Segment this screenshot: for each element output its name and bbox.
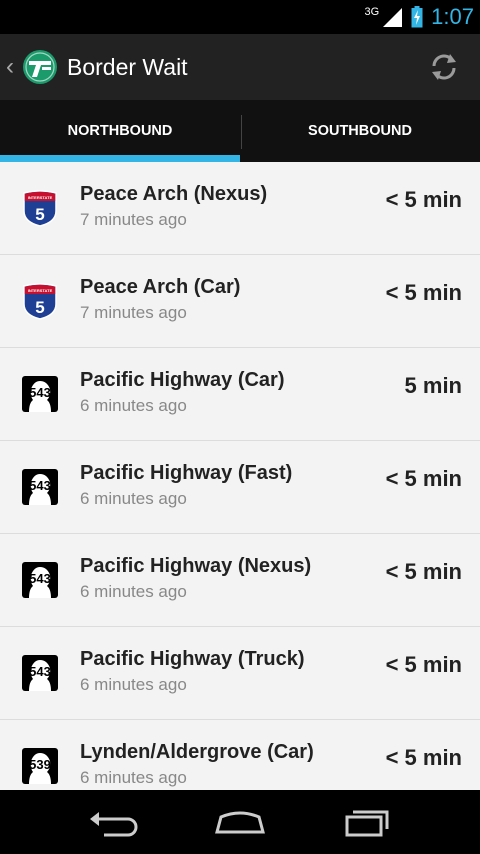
wait-time: < 5 min <box>385 652 462 677</box>
wait-time: < 5 min <box>385 187 462 212</box>
crossing-text: Pacific Highway (Car) 6 minutes ago <box>80 369 405 416</box>
route-number: 543 <box>29 571 51 586</box>
app-title: Border Wait <box>67 53 188 80</box>
updated-time: 7 minutes ago <box>80 209 187 229</box>
wait-time: < 5 min <box>385 559 462 584</box>
list-item[interactable]: 539 Lynden/Aldergrove (Car) 6 minutes ago <… <box>0 720 480 790</box>
route-number: 5 <box>35 205 44 224</box>
home-icon <box>215 811 265 834</box>
route-number: 543 <box>29 664 51 679</box>
wait-time: < 5 min <box>385 280 462 305</box>
crossing-name: Lynden/Aldergrove (Car) <box>80 740 314 763</box>
route-number: 539 <box>29 757 51 772</box>
wait-time: < 5 min <box>385 745 462 770</box>
network-type: 3G <box>364 6 380 18</box>
crossing-name: Pacific Highway (Nexus) <box>80 554 312 577</box>
route-number: 543 <box>29 478 51 493</box>
tab-label: NORTHBOUND <box>67 123 173 139</box>
list-item[interactable]: INTERSTATE 5 Peace Arch (Nexus) 7 minutes a… <box>0 162 480 255</box>
signal-icon <box>383 8 403 27</box>
state-route-shield-icon: 543 <box>22 562 58 598</box>
updated-time: 6 minutes ago <box>80 581 187 601</box>
updated-time: 6 minutes ago <box>80 767 187 787</box>
wait-time: 5 min <box>404 373 462 398</box>
crossing-list[interactable]: INTERSTATE 5 Peace Arch (Nexus) 7 minutes a… <box>0 162 480 790</box>
direction-tabs: NORTHBOUND SOUTHBOUND <box>0 100 480 162</box>
route-number: 5 <box>35 298 44 317</box>
tab-northbound[interactable]: NORTHBOUND <box>0 100 240 162</box>
updated-time: 6 minutes ago <box>80 488 187 508</box>
list-item[interactable]: 543 Pacific Highway (Fast) 6 minutes ago < … <box>0 441 480 534</box>
refresh-button[interactable] <box>414 37 474 97</box>
tab-southbound[interactable]: SOUTHBOUND <box>240 100 480 162</box>
updated-time: 6 minutes ago <box>80 674 187 694</box>
shield-label: INTERSTATE <box>28 288 53 293</box>
battery-charging-icon <box>411 6 423 28</box>
route-number: 543 <box>29 385 51 400</box>
back-icon <box>90 812 138 837</box>
state-route-shield-icon: 543 <box>22 469 58 505</box>
interstate-shield-icon: INTERSTATE 5 <box>23 283 57 320</box>
app-logo-icon[interactable] <box>22 49 58 85</box>
wait-time: < 5 min <box>385 466 462 491</box>
refresh-icon <box>432 54 456 80</box>
updated-time: 6 minutes ago <box>80 395 187 415</box>
crossing-name: Peace Arch (Car) <box>80 275 241 298</box>
state-route-shield-icon: 543 <box>22 376 58 412</box>
navigation-bar <box>0 790 480 854</box>
crossing-name: Pacific Highway (Truck) <box>80 647 305 670</box>
state-route-shield-icon: 543 <box>22 655 58 691</box>
home-button[interactable] <box>210 802 270 842</box>
list-item[interactable]: 543 Pacific Highway (Truck) 6 minutes ago <… <box>0 627 480 720</box>
back-button[interactable] <box>83 802 143 842</box>
crossing-text: Pacific Highway (Nexus) 6 minutes ago <box>80 555 386 602</box>
state-route-shield-icon: 539 <box>22 748 58 784</box>
list-item[interactable]: 543 Pacific Highway (Car) 6 minutes ago 5 m… <box>0 348 480 441</box>
crossing-text: Pacific Highway (Fast) 6 minutes ago <box>80 462 386 509</box>
crossing-name: Peace Arch (Nexus) <box>80 182 268 205</box>
shield-label: INTERSTATE <box>28 195 53 200</box>
interstate-shield-icon: INTERSTATE 5 <box>23 190 57 227</box>
tab-label: SOUTHBOUND <box>308 123 412 139</box>
tab-divider <box>241 115 242 149</box>
recents-icon <box>345 810 389 837</box>
action-bar: ‹ Border Wait <box>0 34 480 100</box>
crossing-text: Peace Arch (Car) 7 minutes ago <box>80 276 386 323</box>
status-bar: 3G 1:07 <box>0 0 480 34</box>
crossing-text: Pacific Highway (Truck) 6 minutes ago <box>80 648 386 695</box>
recents-button[interactable] <box>337 802 397 842</box>
crossing-text: Lynden/Aldergrove (Car) 6 minutes ago <box>80 741 386 788</box>
updated-time: 7 minutes ago <box>80 302 187 322</box>
tab-selected-indicator <box>0 155 240 162</box>
chevron-left-icon[interactable]: ‹ <box>2 53 18 81</box>
crossing-text: Peace Arch (Nexus) 7 minutes ago <box>80 183 386 230</box>
clock: 1:07 <box>431 4 474 29</box>
list-item[interactable]: 543 Pacific Highway (Nexus) 6 minutes ago <… <box>0 534 480 627</box>
list-item[interactable]: INTERSTATE 5 Peace Arch (Car) 7 minutes ago… <box>0 255 480 348</box>
crossing-name: Pacific Highway (Car) <box>80 368 285 391</box>
crossing-name: Pacific Highway (Fast) <box>80 461 293 484</box>
